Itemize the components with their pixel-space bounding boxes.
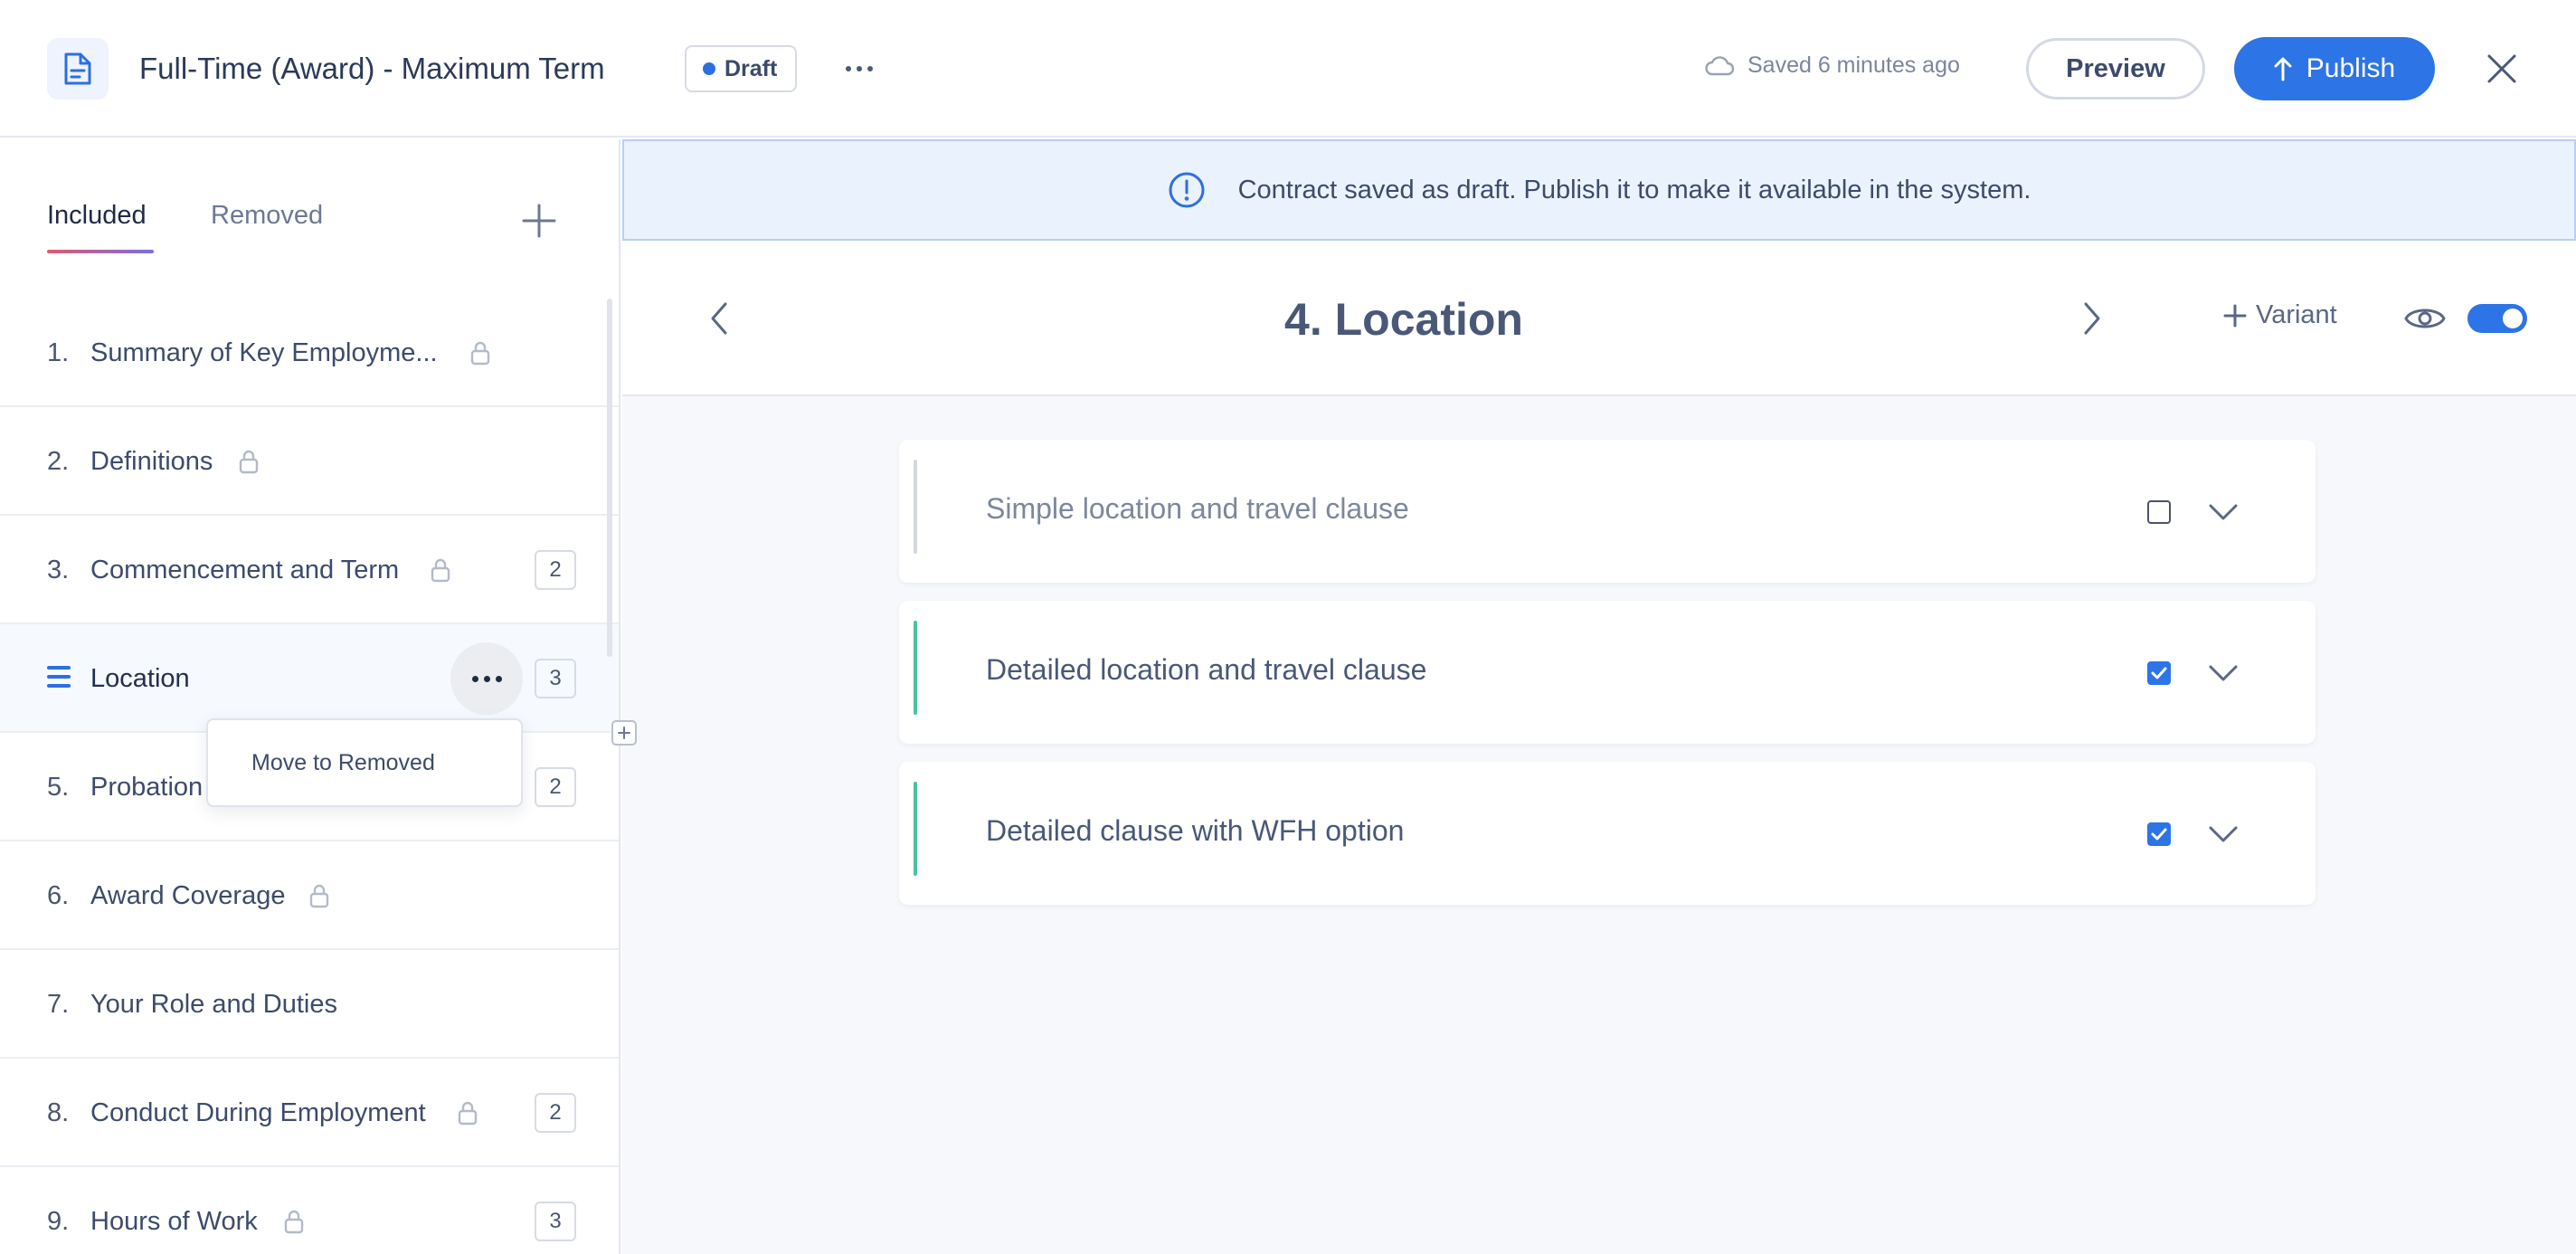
info-icon xyxy=(1169,172,1205,208)
item-more-icon[interactable] xyxy=(450,642,523,715)
variant-count-badge: 3 xyxy=(535,659,576,698)
clause-card[interactable]: Simple location and travel clause xyxy=(899,440,2316,583)
item-label: Award Coverage xyxy=(90,881,286,910)
sidebar-item-commencement[interactable]: 3. Commencement and Term 2 xyxy=(0,516,619,624)
eye-icon[interactable] xyxy=(2404,302,2446,335)
status-dot xyxy=(703,62,715,75)
lock-icon xyxy=(309,884,329,908)
move-to-removed-option[interactable]: Move to Removed xyxy=(251,750,435,776)
item-number: 9. xyxy=(47,1207,70,1236)
clause-status-bar xyxy=(914,782,917,876)
clause-title: Detailed clause with WFH option xyxy=(986,814,1405,847)
insert-section-plus-icon[interactable] xyxy=(611,720,637,746)
clause-status-bar xyxy=(914,460,917,554)
chevron-right-icon[interactable] xyxy=(2073,300,2109,337)
tab-included[interactable]: Included xyxy=(47,199,147,232)
item-label: Probation xyxy=(90,773,204,802)
save-status: Saved 6 minutes ago xyxy=(1704,52,1960,79)
top-bar: Full-Time (Award) - Maximum Term Draft S… xyxy=(0,0,2576,138)
lock-icon xyxy=(239,450,259,474)
section-title: 4. Location xyxy=(1284,294,1523,345)
variant-count-badge: 3 xyxy=(535,1202,576,1241)
lock-icon xyxy=(284,1210,304,1234)
check-icon xyxy=(2151,667,2167,679)
sidebar-item-role-duties[interactable]: 7. Your Role and Duties xyxy=(0,950,619,1059)
section-header: 4. Location Variant xyxy=(622,241,2576,396)
item-label: Location xyxy=(90,664,190,693)
clause-checkbox[interactable] xyxy=(2147,500,2171,524)
lock-icon xyxy=(458,1101,478,1126)
lock-icon xyxy=(470,341,490,366)
document-icon xyxy=(47,38,109,100)
banner-text: Contract saved as draft. Publish it to m… xyxy=(1237,175,2031,204)
cloud-icon xyxy=(1705,55,1735,75)
chevron-down-icon[interactable] xyxy=(2205,655,2241,691)
saved-text: Saved 6 minutes ago xyxy=(1747,52,1960,78)
active-tab-indicator xyxy=(47,250,154,253)
preview-button[interactable]: Preview xyxy=(2026,38,2205,100)
item-number: 6. xyxy=(47,881,70,910)
item-label: Conduct During Employment xyxy=(90,1098,426,1127)
item-label: Hours of Work xyxy=(90,1207,258,1236)
item-label: Commencement and Term xyxy=(90,556,400,584)
add-variant-button[interactable]: Variant xyxy=(2223,300,2337,330)
item-number: 8. xyxy=(47,1098,70,1127)
item-label: Summary of Key Employme... xyxy=(90,338,438,367)
item-number: 5. xyxy=(47,773,70,802)
variant-count-badge: 2 xyxy=(535,1093,576,1133)
add-variant-label: Variant xyxy=(2256,300,2337,329)
clause-title: Simple location and travel clause xyxy=(986,492,1409,525)
upload-arrow-icon xyxy=(2274,57,2292,81)
drag-handle-icon[interactable] xyxy=(47,666,71,688)
item-label: Definitions xyxy=(90,447,213,476)
publish-label: Publish xyxy=(2306,53,2396,83)
item-label: Your Role and Duties xyxy=(90,990,337,1019)
clause-card[interactable]: Detailed location and travel clause xyxy=(899,601,2316,744)
clause-checkbox[interactable] xyxy=(2147,661,2171,685)
check-icon xyxy=(2151,828,2167,841)
item-number: 1. xyxy=(47,338,70,367)
editor-pane: Contract saved as draft. Publish it to m… xyxy=(622,139,2576,1254)
chevron-down-icon[interactable] xyxy=(2205,816,2241,852)
clause-card[interactable]: Detailed clause with WFH option xyxy=(899,762,2316,905)
status-label: Draft xyxy=(724,55,778,81)
sidebar-item-definitions[interactable]: 2. Definitions xyxy=(0,407,619,516)
clause-checkbox[interactable] xyxy=(2147,822,2171,846)
item-number: 7. xyxy=(47,990,70,1019)
variant-count-badge: 2 xyxy=(535,550,576,590)
sidebar-item-summary[interactable]: 1. Summary of Key Employme... xyxy=(0,299,619,407)
sidebar-item-location[interactable]: Location 3 xyxy=(0,624,619,733)
visibility-toggle[interactable] xyxy=(2467,304,2527,333)
draft-info-banner: Contract saved as draft. Publish it to m… xyxy=(622,139,2576,241)
contract-title: Full-Time (Award) - Maximum Term xyxy=(139,52,605,85)
item-number: 2. xyxy=(47,447,70,476)
sidebar-scrollbar[interactable] xyxy=(607,299,612,657)
clause-status-bar xyxy=(914,621,917,715)
tab-removed[interactable]: Removed xyxy=(211,199,323,232)
sections-sidebar: Included Removed 1. Summary of Key Emplo… xyxy=(0,139,620,1254)
sidebar-item-conduct[interactable]: 8. Conduct During Employment 2 xyxy=(0,1059,619,1167)
plus-icon xyxy=(2223,304,2247,327)
item-number: 3. xyxy=(47,556,70,584)
lock-icon xyxy=(431,558,450,583)
sidebar-item-award-coverage[interactable]: 6. Award Coverage xyxy=(0,841,619,950)
add-section-plus-icon[interactable] xyxy=(521,203,557,239)
chevron-down-icon[interactable] xyxy=(2205,494,2241,530)
context-menu: Move to Removed xyxy=(206,718,523,807)
sidebar-item-hours[interactable]: 9. Hours of Work 3 xyxy=(0,1167,619,1254)
clause-title: Detailed location and travel clause xyxy=(986,653,1427,686)
publish-button[interactable]: Publish xyxy=(2234,37,2435,100)
close-icon[interactable] xyxy=(2478,45,2525,92)
variant-count-badge: 2 xyxy=(535,767,576,807)
status-badge: Draft xyxy=(685,45,798,92)
more-icon[interactable] xyxy=(839,47,879,90)
